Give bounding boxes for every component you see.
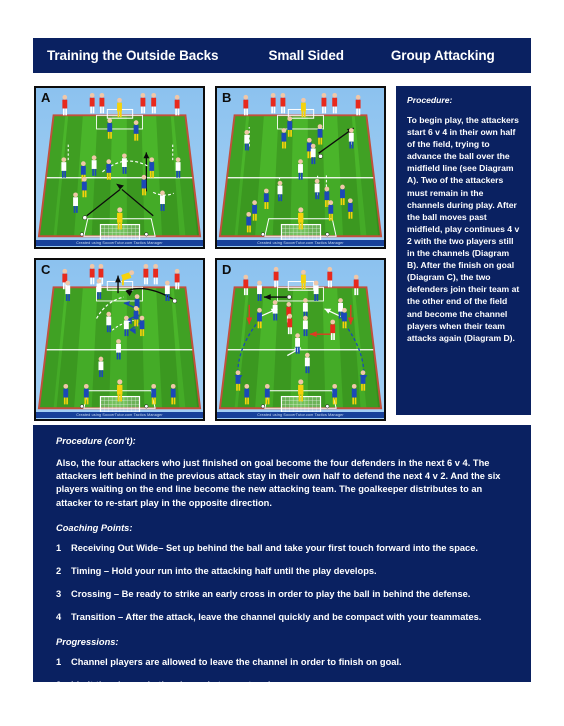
- header-title-theme: Group Attacking: [390, 48, 495, 63]
- header-title-topic: Training the Outside Backs: [47, 48, 219, 63]
- pitch-illustration-c: [36, 260, 203, 419]
- diagram-b: B Created using SoccerTutor.com Tactics …: [215, 86, 386, 249]
- diagram-c-label: C: [41, 262, 51, 277]
- list-item: 1 Receiving Out Wide– Set up behind the …: [56, 542, 515, 555]
- diagram-a-label: A: [41, 90, 51, 105]
- diagram-b-watermark: Created using SoccerTutor.com Tactics Ma…: [217, 240, 384, 246]
- training-session-document: Training the Outside Backs Small Sided G…: [0, 0, 564, 726]
- notes-panel: Procedure (con't): Also, the four attack…: [33, 425, 531, 690]
- list-item: 4 Transition – After the attack, leave t…: [56, 611, 515, 624]
- procedure-cont-title: Procedure (con't):: [56, 436, 136, 446]
- diagram-c-watermark: Created using SoccerTutor.com Tactics Ma…: [36, 412, 203, 418]
- procedure-cont-body: Also, the four attackers who just finish…: [56, 458, 501, 508]
- diagram-d-label: D: [222, 262, 232, 277]
- diagram-grid: A Created using SoccerTutor.com Tactics …: [34, 86, 388, 422]
- list-item: 2 Timing – Hold your run into the attack…: [56, 565, 515, 578]
- progression-text: Limit the players in the channels to one…: [71, 679, 277, 690]
- page-header: Training the Outside Backs Small Sided G…: [33, 38, 531, 73]
- pitch-background-d: D Created using SoccerTutor.com Tactics …: [217, 260, 384, 419]
- coaching-point-text: Transition – After the attack, leave the…: [71, 611, 482, 622]
- pitch-illustration-a: [36, 88, 203, 247]
- progression-text: Channel players are allowed to leave the…: [71, 656, 402, 667]
- coaching-points-title: Coaching Points:: [56, 522, 133, 533]
- list-item: 1 Channel players are allowed to leave t…: [56, 656, 515, 669]
- coaching-point-number: 2: [56, 565, 62, 576]
- diagram-a: A Created using SoccerTutor.com Tactics …: [34, 86, 205, 249]
- diagram-b-label: B: [222, 90, 232, 105]
- list-item: 3 Crossing – Be ready to strike an early…: [56, 588, 515, 601]
- procedure-panel: Procedure: To begin play, the attackers …: [396, 86, 531, 415]
- diagram-d: D Created using SoccerTutor.com Tactics …: [215, 258, 386, 421]
- pitch-background-b: B Created using SoccerTutor.com Tactics …: [217, 88, 384, 247]
- procedure-title: Procedure:: [407, 95, 453, 105]
- coaching-point-number: 1: [56, 542, 62, 553]
- coaching-point-number: 3: [56, 588, 62, 599]
- progression-number: 2: [56, 679, 62, 690]
- progression-number: 1: [56, 656, 62, 667]
- diagram-d-watermark: Created using SoccerTutor.com Tactics Ma…: [217, 412, 384, 418]
- pitch-illustration-d: [217, 260, 384, 419]
- progressions-title: Progressions:: [56, 636, 119, 647]
- coaching-point-text: Receiving Out Wide– Set up behind the ba…: [71, 542, 478, 553]
- pitch-background-a: A Created using SoccerTutor.com Tactics …: [36, 88, 203, 247]
- diagram-a-watermark: Created using SoccerTutor.com Tactics Ma…: [36, 240, 203, 246]
- coaching-point-text: Timing – Hold your run into the attackin…: [71, 565, 377, 576]
- coaching-point-text: Crossing – Be ready to strike an early c…: [71, 588, 471, 599]
- list-item: 2 Limit the players in the channels to o…: [56, 679, 515, 692]
- header-title-category: Small Sided: [268, 48, 344, 63]
- pitch-illustration-b: [217, 88, 384, 247]
- procedure-body: To begin play, the attackers start 6 v 4…: [407, 115, 520, 343]
- coaching-point-number: 4: [56, 611, 62, 622]
- diagram-c: C Created using SoccerTutor.com Tactics …: [34, 258, 205, 421]
- pitch-background-c: C Created using SoccerTutor.com Tactics …: [36, 260, 203, 419]
